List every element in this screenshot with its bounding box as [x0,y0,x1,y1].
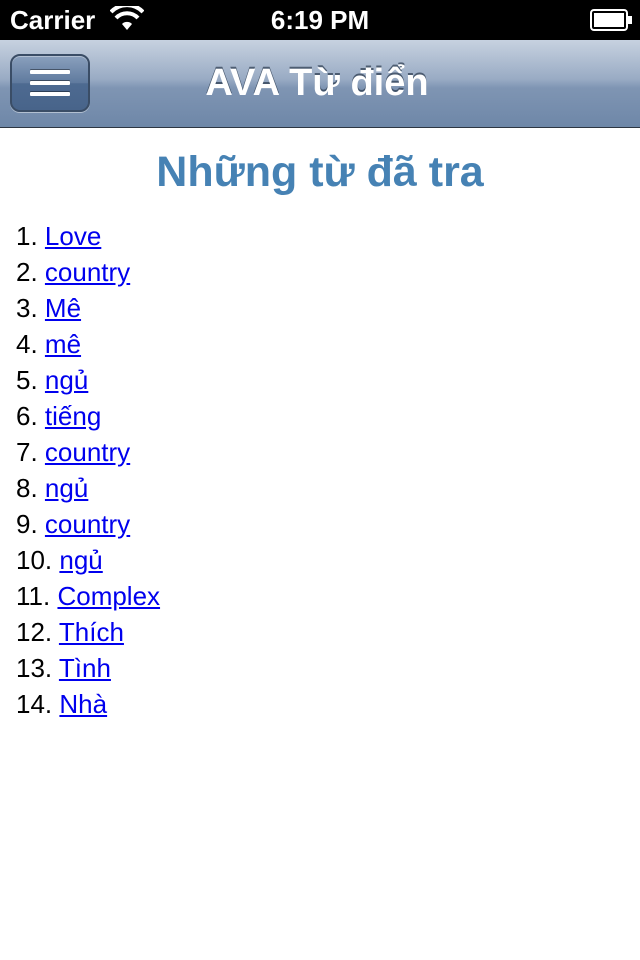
history-item-number: 10. [16,545,53,575]
history-item: 11. Complex [16,578,640,614]
history-item-number: 12. [16,617,53,647]
history-item: 12. Thích [16,614,640,650]
history-word-link[interactable]: tiếng [45,401,101,431]
history-item-number: 3. [16,293,38,323]
app-title: AVA Từ điển [205,62,429,104]
history-item: 1. Love [16,218,640,254]
history-word-link[interactable]: country [45,437,130,467]
history-item-number: 5. [16,365,38,395]
history-item-number: 1. [16,221,38,251]
history-word-link[interactable]: ngủ [45,473,88,503]
history-word-link[interactable]: Love [45,221,101,251]
history-item: 5. ngủ [16,362,640,398]
history-word-link[interactable]: Nhà [59,689,107,719]
history-item: 7. country [16,434,640,470]
history-word-link[interactable]: Complex [57,581,160,611]
history-word-link[interactable]: country [45,257,130,287]
status-time: 6:19 PM [270,5,370,35]
page-title: Những từ đã tra [156,148,484,196]
history-word-link[interactable]: Mê [45,293,81,323]
status-bar: Carrier 6:19 PM [0,0,640,40]
history-item: 2. country [16,254,640,290]
history-word-link[interactable]: country [45,509,130,539]
main-content: Những từ đã tra 1. Love 2. country 3. Mê 4.… [0,128,640,722]
history-item-number: 9. [16,509,38,539]
navigation-bar: AVA Từ điển [0,40,640,128]
history-item: 14. Nhà [16,686,640,722]
history-word-link[interactable]: ngủ [59,545,102,575]
battery-icon [590,9,632,31]
history-list: 1. Love 2. country 3. Mê 4. mê 5. ngủ 6. tiến… [0,218,640,722]
history-item-number: 13. [16,653,53,683]
history-item: 6. tiếng [16,398,640,434]
history-item: 9. country [16,506,640,542]
menu-button[interactable] [10,54,90,112]
history-word-link[interactable]: mê [45,329,81,359]
history-word-link[interactable]: Thích [59,617,124,647]
history-item: 13. Tình [16,650,640,686]
history-item-number: 14. [16,689,53,719]
history-item: 4. mê [16,326,640,362]
history-item-number: 11. [16,581,51,611]
history-item: 3. Mê [16,290,640,326]
history-item-number: 2. [16,257,38,287]
history-word-link[interactable]: Tình [59,653,111,683]
history-item: 10. ngủ [16,542,640,578]
history-word-link[interactable]: ngủ [45,365,88,395]
history-item-number: 8. [16,473,38,503]
history-item-number: 4. [16,329,38,359]
hamburger-menu-icon [30,70,70,96]
history-item-number: 6. [16,401,38,431]
history-item: 8. ngủ [16,470,640,506]
history-item-number: 7. [16,437,38,467]
